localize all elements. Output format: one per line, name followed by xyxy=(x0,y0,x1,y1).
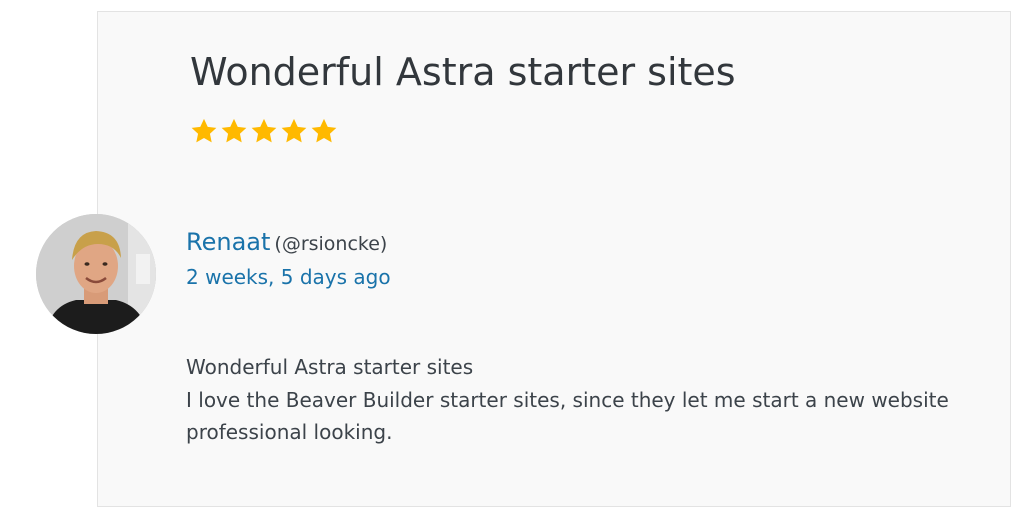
star-filled-icon xyxy=(281,118,307,143)
review-body: Wonderful Astra starter sites I love the… xyxy=(186,351,976,449)
review-date-link[interactable]: 2 weeks, 5 days ago xyxy=(186,265,391,289)
author-line: Renaat (@rsioncke) xyxy=(186,228,387,256)
author-name-link[interactable]: Renaat xyxy=(186,228,270,256)
avatar[interactable] xyxy=(36,214,156,334)
star-filled-icon xyxy=(251,118,277,143)
review-title: Wonderful Astra starter sites xyxy=(190,50,736,94)
star-filled-icon xyxy=(191,118,217,143)
review-body-title: Wonderful Astra starter sites xyxy=(186,355,474,379)
author-handle: (@rsioncke) xyxy=(274,233,388,255)
review-body-text: I love the Beaver Builder starter sites,… xyxy=(186,387,949,445)
star-filled-icon xyxy=(311,118,337,143)
avatar-photo xyxy=(36,214,156,334)
star-filled-icon xyxy=(221,118,247,143)
star-rating xyxy=(190,116,338,146)
